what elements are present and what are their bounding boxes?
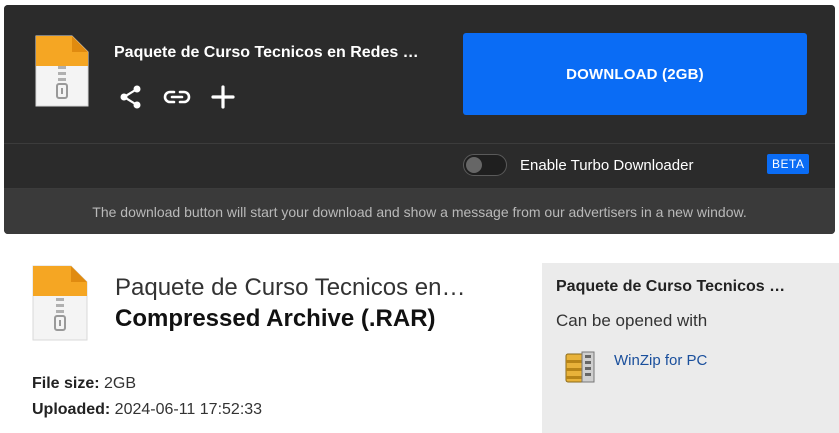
turbo-toggle[interactable]: [463, 154, 507, 176]
side-file-title: Paquete de Curso Tecnicos …: [556, 278, 786, 295]
open-with-panel: Paquete de Curso Tecnicos … Can be opene…: [542, 263, 839, 433]
file-title: Paquete de Curso Tecnicos en Redes …: [114, 44, 419, 61]
winzip-app-link[interactable]: WinZip for PC: [562, 348, 707, 386]
turbo-downloader-row: Enable Turbo Downloader BETA: [4, 144, 835, 188]
file-metadata: File size: 2GB Uploaded: 2024-06-11 17:5…: [32, 371, 262, 423]
winzip-app-name[interactable]: WinZip for PC: [614, 352, 707, 369]
share-icon: [120, 85, 141, 109]
download-button[interactable]: DOWNLOAD (2GB): [463, 33, 807, 115]
share-button[interactable]: [116, 82, 146, 112]
uploaded-row: Uploaded: 2024-06-11 17:52:33: [32, 397, 262, 423]
file-size-value: 2GB: [104, 375, 137, 392]
turbo-label: Enable Turbo Downloader: [520, 157, 694, 174]
winzip-icon: [565, 351, 595, 383]
file-actions: [116, 82, 238, 112]
file-type-heading: Compressed Archive (.RAR): [115, 305, 436, 332]
open-with-label: Can be opened with: [556, 311, 708, 330]
link-icon: [163, 90, 191, 104]
file-size-label: File size:: [32, 375, 100, 392]
archive-file-icon: [32, 32, 92, 115]
toggle-knob: [466, 157, 482, 173]
uploaded-value: 2024-06-11 17:52:33: [114, 401, 263, 418]
beta-badge: BETA: [767, 154, 810, 174]
file-info-section: Paquete de Curso Tecnicos en… Compressed…: [0, 248, 839, 433]
add-button[interactable]: [208, 82, 238, 112]
archive-file-icon: [29, 262, 91, 349]
download-header: Paquete de Curso Tecnicos en Redes … DOW…: [4, 5, 835, 143]
download-panel: Paquete de Curso Tecnicos en Redes … DOW…: [4, 5, 835, 234]
uploaded-label: Uploaded:: [32, 401, 111, 418]
file-name-heading: Paquete de Curso Tecnicos en…: [115, 274, 466, 301]
copy-link-button[interactable]: [162, 82, 192, 112]
file-size-row: File size: 2GB: [32, 371, 262, 397]
download-notice: The download button will start your down…: [4, 189, 835, 234]
plus-icon: [211, 85, 235, 109]
